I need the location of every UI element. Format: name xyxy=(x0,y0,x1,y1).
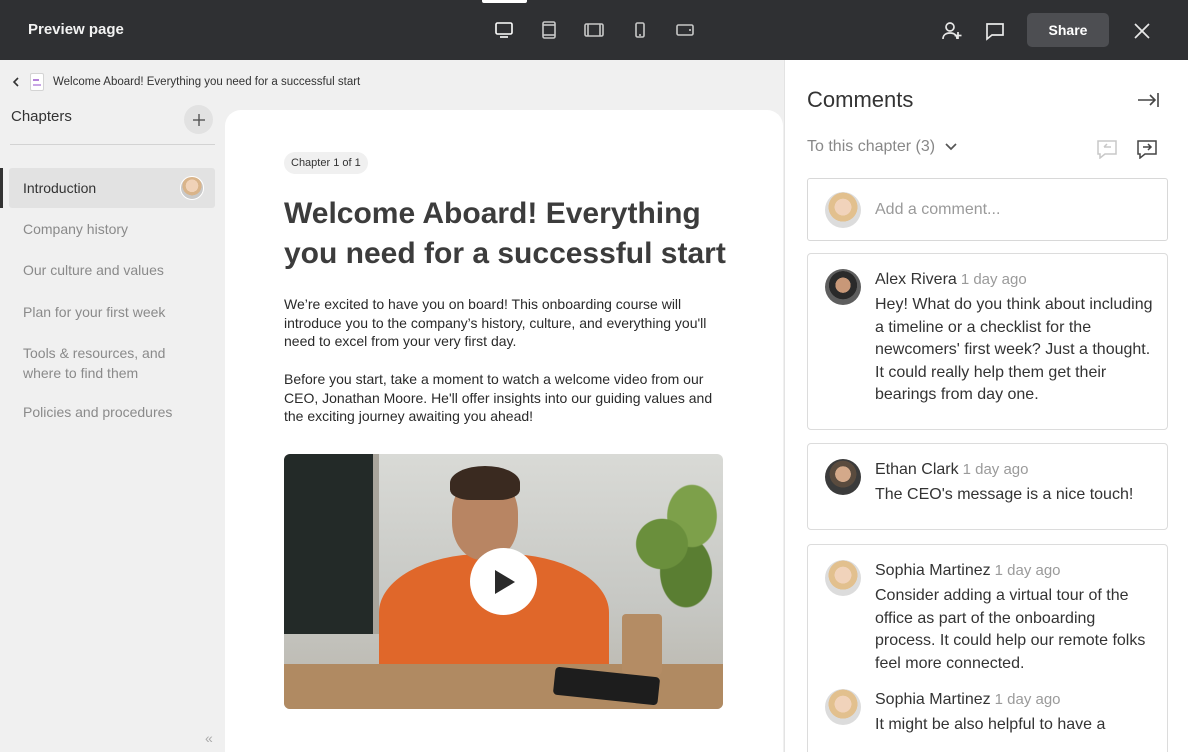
comment-card: Alex Rivera 1 day ago Hey! What do you th… xyxy=(807,253,1168,430)
comments-panel: Comments To this chapter (3) Alex Rivera… xyxy=(784,60,1188,752)
chapter-item-tools-resources[interactable]: Tools & resources, and where to find the… xyxy=(9,343,199,383)
comment-card: Ethan Clark 1 day ago The CEO's message i… xyxy=(807,443,1168,530)
chapter-item-company-history[interactable]: Company history xyxy=(9,219,215,239)
comment-text: It might be also helpful to have a xyxy=(875,716,1106,733)
comment-reply: Sophia Martinez 1 day ago It might be als… xyxy=(808,689,1167,737)
play-button[interactable] xyxy=(470,548,537,615)
collapse-sidebar-icon[interactable]: « xyxy=(205,730,213,746)
comment-meta: Sophia Martinez 1 day ago xyxy=(875,689,1167,711)
comments-heading: Comments xyxy=(807,87,914,112)
active-device-indicator xyxy=(482,0,527,3)
comment-export-icon[interactable] xyxy=(1134,136,1160,162)
chapter-item-first-week-plan[interactable]: Plan for your first week xyxy=(9,302,215,322)
comment: Sophia Martinez 1 day ago Consider adding… xyxy=(808,560,1167,675)
comment-meta: Alex Rivera 1 day ago xyxy=(875,269,1167,291)
resolved-comments-icon[interactable] xyxy=(1094,136,1120,162)
tablet-portrait-icon[interactable] xyxy=(537,18,561,42)
add-comment-box xyxy=(807,178,1168,241)
avatar xyxy=(825,560,861,596)
comment-time: 1 day ago xyxy=(960,271,1027,288)
phone-landscape-icon[interactable] xyxy=(673,18,697,42)
chapters-heading: Chapters xyxy=(11,108,72,125)
avatar xyxy=(825,689,861,725)
document-icon xyxy=(30,73,44,91)
breadcrumb-page-title[interactable]: Welcome Aboard! Everything you need for … xyxy=(53,76,360,88)
sidebar-divider xyxy=(10,144,215,145)
preview-title: Preview page xyxy=(28,21,124,38)
chapter-content: Chapter 1 of 1 Welcome Aboard! Everythin… xyxy=(225,110,783,752)
comment-meta: Sophia Martinez 1 day ago xyxy=(875,560,1167,582)
chapters-sidebar: Welcome Aboard! Everything you need for … xyxy=(0,60,360,752)
chapter-label: Introduction xyxy=(23,180,97,196)
add-user-icon[interactable] xyxy=(939,18,965,44)
avatar xyxy=(825,459,861,495)
comment: Ethan Clark 1 day ago The CEO's message i… xyxy=(808,459,1167,507)
chapter-item-policies[interactable]: Policies and procedures xyxy=(9,402,215,422)
chapter-item-introduction[interactable]: Introduction xyxy=(9,168,215,208)
play-icon xyxy=(494,569,515,594)
comment-meta: Ethan Clark 1 day ago xyxy=(875,459,1167,481)
add-chapter-button[interactable] xyxy=(184,105,213,134)
filter-label: To this chapter (3) xyxy=(807,138,936,155)
comment-input[interactable] xyxy=(875,200,1155,219)
comment-time: 1 day ago xyxy=(994,691,1061,708)
plus-icon xyxy=(192,113,205,126)
comment-text: The CEO's message is a nice touch! xyxy=(875,486,1134,503)
comment-time: 1 day ago xyxy=(994,562,1061,579)
active-chapter-marker xyxy=(0,168,3,208)
close-panel-icon[interactable] xyxy=(1135,87,1161,113)
comment-author: Sophia Martinez xyxy=(875,691,991,708)
close-icon[interactable] xyxy=(1129,18,1155,44)
chapter-item-culture-values[interactable]: Our culture and values xyxy=(9,260,215,280)
top-bar: Preview page Share xyxy=(0,0,1188,60)
page-title: Welcome Aboard! Everything you need for … xyxy=(284,197,726,270)
comment-text: Hey! What do you think about including a… xyxy=(875,296,1153,403)
tablet-landscape-icon[interactable] xyxy=(582,18,606,42)
comment: Alex Rivera 1 day ago Hey! What do you th… xyxy=(808,269,1167,407)
intro-paragraph: We’re excited to have you on board! This… xyxy=(284,296,707,349)
comment-icon[interactable] xyxy=(982,18,1008,44)
breadcrumb: Welcome Aboard! Everything you need for … xyxy=(10,73,360,91)
share-button[interactable]: Share xyxy=(1027,13,1109,47)
comment-author: Alex Rivera xyxy=(875,271,957,288)
avatar xyxy=(825,269,861,305)
comment-card: Sophia Martinez 1 day ago Consider adding… xyxy=(807,544,1168,752)
chevron-down-icon xyxy=(945,143,957,151)
back-chevron-icon[interactable] xyxy=(10,76,22,88)
desktop-icon[interactable] xyxy=(492,18,516,42)
video-intro-paragraph: Before you start, take a moment to watch… xyxy=(284,371,713,424)
chapter-badge: Chapter 1 of 1 xyxy=(284,152,368,174)
comment-author: Sophia Martinez xyxy=(875,562,991,579)
phone-portrait-icon[interactable] xyxy=(628,18,652,42)
comment-text: Consider adding a virtual tour of the of… xyxy=(875,587,1146,672)
comment-author: Ethan Clark xyxy=(875,461,959,478)
avatar xyxy=(825,191,861,228)
comment-filter-dropdown[interactable]: To this chapter (3) xyxy=(807,138,957,156)
welcome-video[interactable] xyxy=(284,454,723,709)
avatar xyxy=(180,176,204,200)
comment-time: 1 day ago xyxy=(962,461,1029,478)
